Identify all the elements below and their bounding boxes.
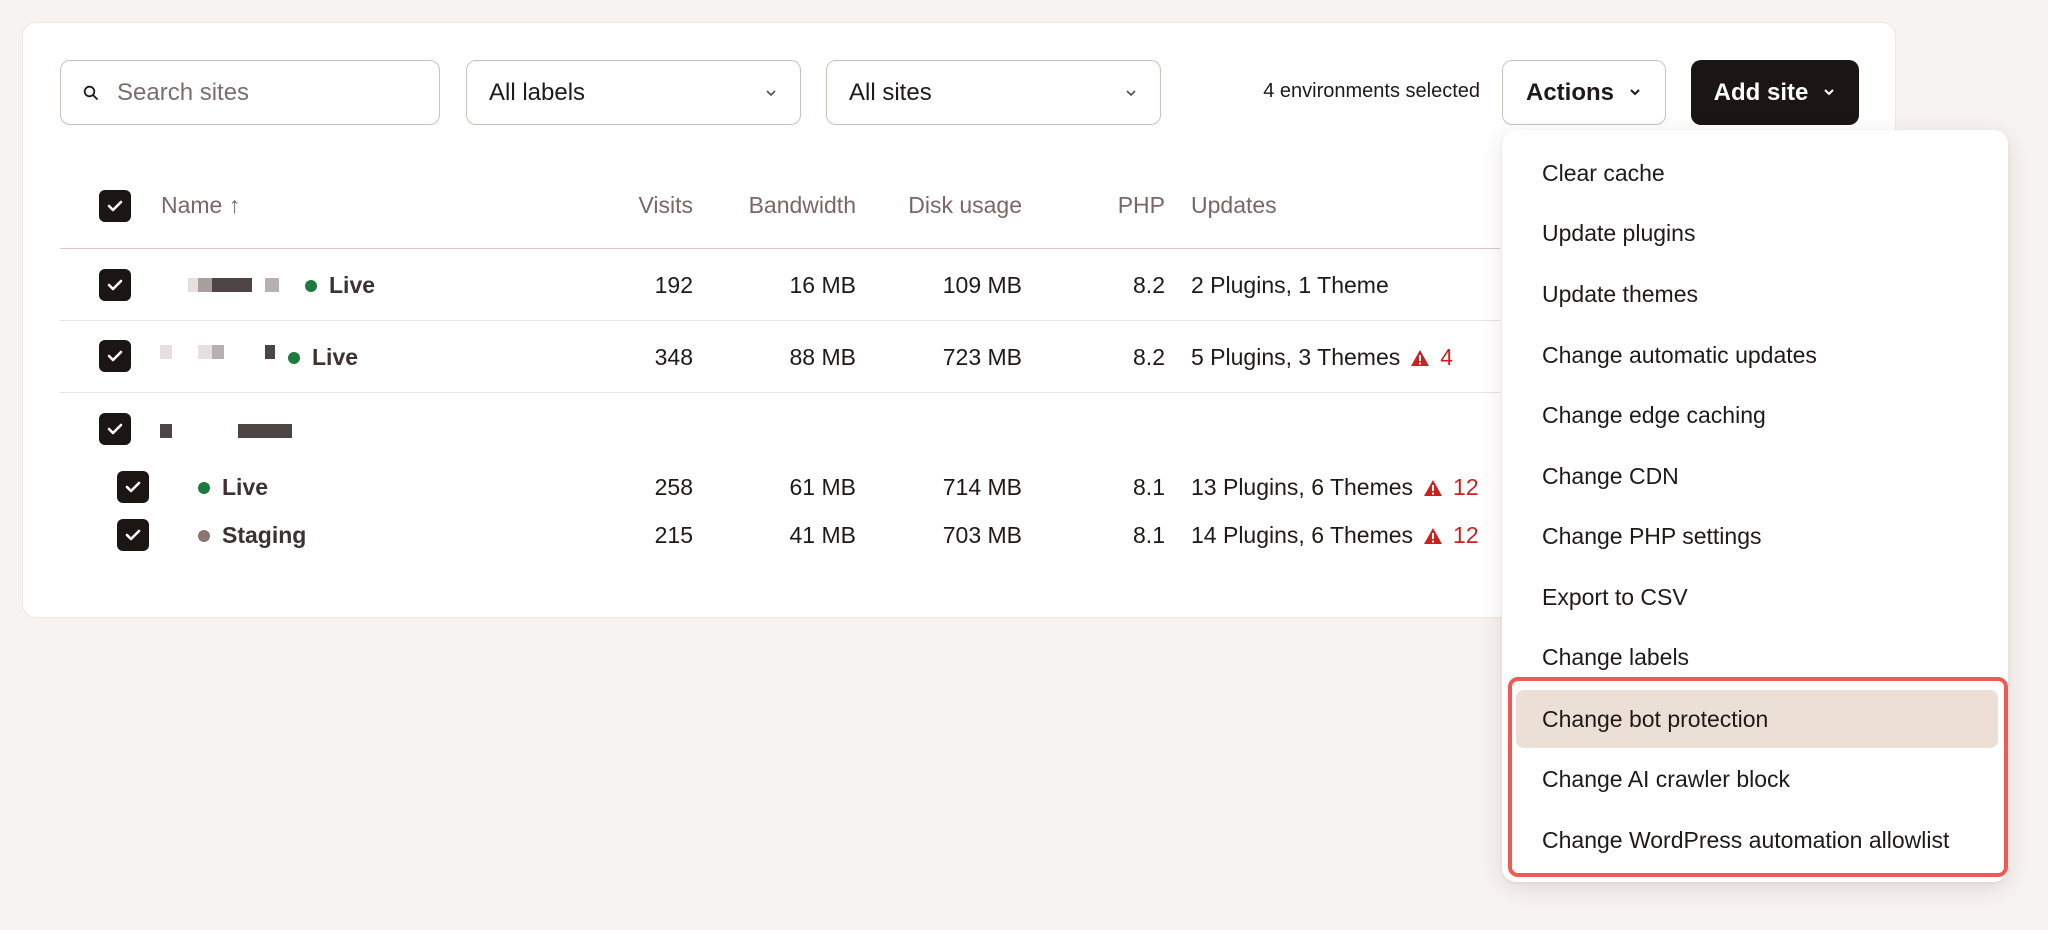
live-status-dot bbox=[288, 351, 300, 364]
add-site-button[interactable]: Add site bbox=[1691, 60, 1859, 125]
bandwidth-value: 16 MB bbox=[789, 272, 856, 298]
menu-item-update-themes[interactable]: Update themes bbox=[1516, 265, 1998, 323]
menu-item-change-labels[interactable]: Change labels bbox=[1516, 628, 1998, 686]
updates-cell[interactable]: 2 Plugins, 1 Theme bbox=[1191, 272, 1389, 299]
checkmark-icon bbox=[107, 350, 123, 362]
actions-button-label: Actions bbox=[1525, 78, 1614, 106]
warning-icon bbox=[1424, 527, 1443, 544]
warning-icon bbox=[1424, 479, 1443, 496]
menu-item-change-cdn[interactable]: Change CDN bbox=[1516, 447, 1998, 505]
row-divider bbox=[60, 392, 1500, 393]
environment-label[interactable]: Staging bbox=[198, 522, 306, 549]
menu-item-change-ai-crawler-block[interactable]: Change AI crawler block bbox=[1516, 750, 1998, 808]
visits-value: 348 bbox=[654, 344, 693, 370]
redacted-site-name bbox=[212, 345, 224, 359]
bandwidth-value: 88 MB bbox=[789, 344, 856, 370]
visits-value: 258 bbox=[654, 474, 693, 500]
live-status-dot bbox=[198, 481, 210, 494]
environment-label[interactable]: Live bbox=[288, 344, 358, 371]
row-checkbox[interactable] bbox=[99, 340, 131, 372]
header-divider bbox=[60, 248, 1500, 249]
php-version-value: 8.2 bbox=[1133, 344, 1165, 370]
row-divider bbox=[60, 320, 1500, 321]
menu-item-change-edge-caching[interactable]: Change edge caching bbox=[1516, 386, 1998, 444]
chevron-down-icon bbox=[1824, 88, 1835, 95]
warning-icon bbox=[1411, 349, 1430, 366]
add-site-button-label: Add site bbox=[1713, 78, 1809, 106]
row-checkbox[interactable] bbox=[99, 269, 131, 301]
php-version-value: 8.2 bbox=[1133, 272, 1165, 298]
menu-item-change-wordpress-automation-allowlist[interactable]: Change WordPress automation allowlist bbox=[1516, 811, 1998, 869]
redacted-site-name bbox=[198, 278, 212, 292]
row-checkbox[interactable] bbox=[117, 471, 149, 503]
labels-filter-select[interactable]: All labels bbox=[466, 60, 801, 125]
actions-dropdown-menu: Clear cache Update plugins Update themes… bbox=[1502, 130, 2008, 882]
row-checkbox[interactable] bbox=[117, 519, 149, 551]
chevron-down-icon bbox=[766, 89, 776, 96]
column-header-php[interactable]: PHP bbox=[1080, 192, 1165, 219]
select-all-checkbox[interactable] bbox=[99, 190, 131, 222]
redacted-site-name bbox=[265, 278, 279, 292]
redacted-site-name bbox=[212, 278, 252, 292]
menu-item-clear-cache[interactable]: Clear cache bbox=[1516, 144, 1998, 202]
menu-item-change-bot-protection[interactable]: Change bot protection bbox=[1516, 690, 1998, 748]
warning-count: 12 bbox=[1453, 522, 1479, 548]
redacted-site-name bbox=[160, 424, 172, 438]
checkmark-icon bbox=[125, 481, 141, 493]
environment-label[interactable]: Live bbox=[305, 272, 375, 299]
column-header-name[interactable]: Name ↑ bbox=[161, 192, 240, 219]
search-icon bbox=[83, 85, 98, 100]
sites-filter-select[interactable]: All sites bbox=[826, 60, 1161, 125]
labels-filter-value: All labels bbox=[489, 78, 586, 106]
staging-status-dot bbox=[198, 529, 210, 542]
live-status-dot bbox=[305, 279, 317, 292]
updates-cell[interactable]: 14 Plugins, 6 Themes 12 bbox=[1191, 522, 1479, 549]
php-version-value: 8.1 bbox=[1133, 522, 1165, 548]
disk-usage-value: 703 MB bbox=[942, 522, 1022, 548]
menu-item-change-php-settings[interactable]: Change PHP settings bbox=[1516, 507, 1998, 565]
menu-item-export-csv[interactable]: Export to CSV bbox=[1516, 568, 1998, 626]
updates-cell[interactable]: 5 Plugins, 3 Themes 4 bbox=[1191, 344, 1453, 371]
column-header-updates[interactable]: Updates bbox=[1191, 192, 1277, 219]
sites-filter-value: All sites bbox=[849, 78, 932, 106]
redacted-site-name bbox=[160, 345, 172, 359]
checkmark-icon bbox=[125, 529, 141, 541]
checkmark-icon bbox=[107, 279, 123, 291]
search-field[interactable] bbox=[60, 60, 440, 125]
column-header-visits[interactable]: Visits bbox=[580, 192, 693, 219]
menu-item-change-automatic-updates[interactable]: Change automatic updates bbox=[1516, 326, 1998, 384]
visits-value: 215 bbox=[654, 522, 693, 548]
search-input[interactable] bbox=[117, 78, 417, 107]
bandwidth-value: 61 MB bbox=[789, 474, 856, 500]
selected-count-text: 4 environments selected bbox=[1263, 80, 1480, 102]
chevron-down-icon bbox=[1126, 89, 1136, 96]
actions-button[interactable]: Actions bbox=[1502, 60, 1666, 125]
redacted-site-name bbox=[198, 345, 212, 359]
menu-item-update-plugins[interactable]: Update plugins bbox=[1516, 204, 1998, 262]
redacted-site-name bbox=[265, 345, 275, 359]
disk-usage-value: 723 MB bbox=[942, 344, 1022, 370]
visits-value: 192 bbox=[654, 272, 693, 298]
group-checkbox[interactable] bbox=[99, 413, 131, 445]
chevron-down-icon bbox=[1630, 88, 1640, 95]
redacted-site-name bbox=[238, 424, 292, 438]
bandwidth-value: 41 MB bbox=[789, 522, 856, 548]
php-version-value: 8.1 bbox=[1133, 474, 1165, 500]
environment-label[interactable]: Live bbox=[198, 474, 268, 501]
warning-count: 12 bbox=[1453, 474, 1479, 500]
column-header-disk-usage[interactable]: Disk usage bbox=[880, 192, 1022, 219]
column-header-bandwidth[interactable]: Bandwidth bbox=[720, 192, 856, 219]
disk-usage-value: 109 MB bbox=[942, 272, 1022, 298]
updates-cell[interactable]: 13 Plugins, 6 Themes 12 bbox=[1191, 474, 1479, 501]
warning-count: 4 bbox=[1440, 344, 1454, 370]
checkmark-icon bbox=[107, 423, 123, 435]
checkmark-icon bbox=[107, 200, 123, 212]
disk-usage-value: 714 MB bbox=[942, 474, 1022, 500]
redacted-site-name bbox=[188, 278, 198, 292]
